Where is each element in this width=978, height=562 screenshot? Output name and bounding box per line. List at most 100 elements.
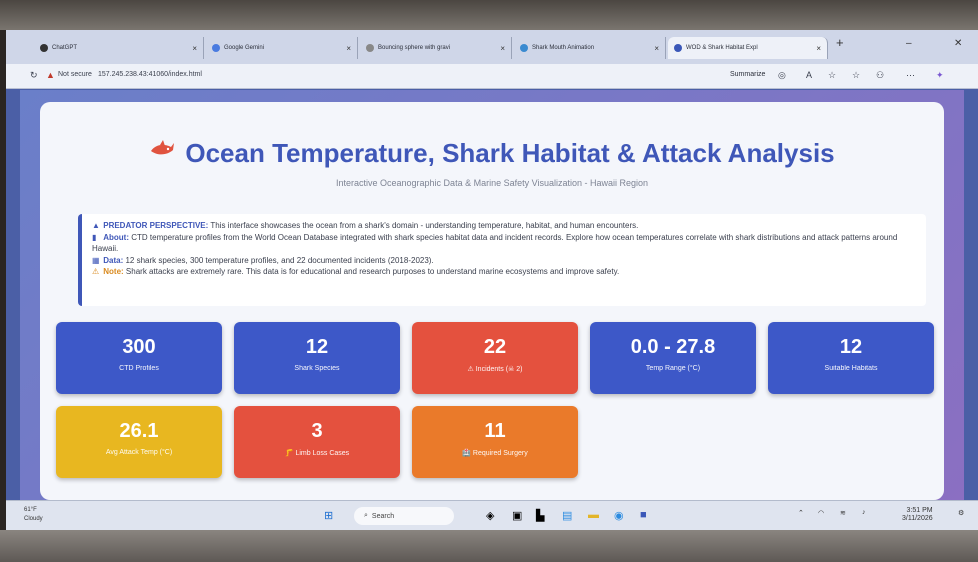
stat-value: 0.0 - 27.8 — [630, 336, 716, 358]
teams-icon[interactable]: ▙ — [536, 509, 544, 522]
stat-label: ⚠ Incidents (☠ 2) — [467, 366, 523, 373]
stat-value: 22 — [483, 336, 507, 358]
favorite-star-icon[interactable]: ☆ — [828, 70, 836, 81]
title-text: Ocean Temperature, Shark Habitat & Attac… — [185, 138, 835, 168]
stat-label: CTD Profiles — [119, 365, 159, 372]
volume-icon[interactable]: ♪ — [862, 509, 866, 516]
file-explorer-icon[interactable]: ▬ — [588, 509, 599, 521]
note-text: Shark attacks are extremely rare. This d… — [125, 267, 620, 276]
predator-text: This interface showcases the ocean from … — [210, 221, 639, 230]
note-label: Note: — [103, 267, 124, 276]
tab-label: Google Gemini — [224, 45, 265, 51]
close-tab-icon[interactable]: × — [654, 44, 659, 53]
stat-card-limb-loss: 3 🦵 Limb Loss Cases — [234, 406, 400, 478]
close-tab-icon[interactable]: × — [500, 44, 505, 53]
stat-value: 12 — [839, 336, 863, 358]
read-aloud-icon[interactable]: A — [806, 70, 812, 80]
web-page: Ocean Temperature, Shark Habitat & Attac… — [20, 90, 964, 500]
tab-label: ChatGPT — [52, 45, 78, 51]
weather-temp: 61°F — [24, 507, 37, 513]
chart-icon: ▮ — [92, 232, 97, 242]
refresh-icon[interactable]: ↻ — [30, 70, 38, 81]
data-label: Data: — [103, 255, 124, 265]
warning-icon[interactable]: ▲ — [46, 70, 55, 80]
globe-icon — [674, 44, 682, 52]
profile-icon[interactable]: ⚇ — [876, 70, 884, 81]
stat-value: 26.1 — [119, 420, 159, 442]
stat-card-suitable-habitats: 12 Suitable Habitats — [768, 322, 934, 394]
close-tab-icon[interactable]: × — [816, 44, 821, 53]
stat-value: 3 — [311, 420, 323, 442]
gemini-icon — [212, 44, 220, 52]
address-bar: ↻ ▲ Not secure 157.245.238.43:41060/inde… — [6, 64, 978, 89]
weather-widget[interactable]: 61°F Cloudy — [24, 506, 43, 524]
page-icon — [366, 44, 374, 52]
tab-wod-shark-habitat[interactable]: WOD & Shark Habitat Expl × — [668, 37, 828, 59]
close-tab-icon[interactable]: × — [192, 44, 197, 53]
photo-frame-top — [0, 0, 978, 30]
page-title: Ocean Temperature, Shark Habitat & Attac… — [149, 138, 835, 169]
stat-value: 11 — [484, 420, 506, 442]
stat-card-temp-range: 0.0 - 27.8 Temp Range (°C) — [590, 322, 756, 394]
photo-frame-bottom — [0, 530, 978, 562]
minimize-button[interactable]: – — [906, 38, 912, 49]
close-window-button[interactable]: ✕ — [954, 38, 962, 49]
tab-shark-mouth[interactable]: Shark Mouth Animation × — [514, 37, 666, 59]
tab-label: Shark Mouth Animation — [532, 45, 595, 51]
more-icon[interactable]: ⋯ — [906, 70, 915, 81]
tab-label: WOD & Shark Habitat Expl — [686, 45, 758, 51]
main-panel: Ocean Temperature, Shark Habitat & Attac… — [40, 102, 944, 500]
url-field[interactable]: 157.245.238.43:41060/index.html — [98, 71, 202, 78]
edge-copilot-icon[interactable]: ✦ — [936, 70, 944, 81]
new-tab-button[interactable]: + — [836, 35, 844, 50]
tab-strip: ChatGPT × Google Gemini × Bouncing spher… — [6, 30, 978, 64]
network-icon[interactable]: ◠ — [818, 509, 824, 517]
clock-time: 3:51 PM — [906, 507, 933, 514]
not-secure-label[interactable]: Not secure — [58, 71, 92, 78]
copilot-icon[interactable]: ◎ — [778, 70, 786, 81]
predator-label: PREDATOR PERSPECTIVE: — [103, 221, 209, 230]
shark-fin-icon: ▲ — [92, 221, 100, 230]
data-text: 12 shark species, 300 temperature profil… — [125, 255, 434, 265]
app-icon[interactable]: ■ — [640, 509, 647, 521]
stat-card-required-surgery: 11 🏥 Required Surgery — [412, 406, 578, 478]
stat-card-incidents: 22 ⚠ Incidents (☠ 2) — [412, 322, 578, 394]
settings-icon[interactable]: ⚙ — [958, 509, 964, 517]
chatgpt-icon — [40, 44, 48, 52]
stat-card-shark-species: 12 Shark Species — [234, 322, 400, 394]
store-icon[interactable]: ▤ — [562, 509, 572, 522]
shark-icon — [149, 139, 175, 168]
browser-screen: ChatGPT × Google Gemini × Bouncing spher… — [6, 30, 978, 530]
summarize-button[interactable]: Summarize — [730, 71, 765, 78]
globe-icon — [520, 44, 528, 52]
about-line: ▮ About: CTD temperature profiles from t… — [92, 232, 916, 255]
warning-icon: ⚠ — [92, 267, 100, 276]
note-line: ⚠ Note: Shark attacks are extremely rare… — [92, 266, 916, 278]
stat-label: Suitable Habitats — [824, 365, 878, 372]
stat-label: Shark Species — [294, 365, 340, 372]
wifi-icon[interactable]: ≋ — [840, 509, 846, 517]
predator-line: ▲ PREDATOR PERSPECTIVE: This interface s… — [92, 220, 916, 232]
clock[interactable]: 3:51 PM 3/11/2026 — [902, 507, 933, 523]
stat-card-ctd-profiles: 300 CTD Profiles — [56, 322, 222, 394]
widgets-icon[interactable]: ◈ — [486, 509, 494, 522]
tab-chatgpt[interactable]: ChatGPT × — [34, 37, 204, 59]
weather-desc: Cloudy — [24, 516, 43, 522]
tray-chevron-icon[interactable]: ⌃ — [798, 509, 804, 517]
tab-gemini[interactable]: Google Gemini × — [206, 37, 358, 59]
start-icon[interactable]: ⊞ — [324, 509, 333, 522]
search-box[interactable]: ⌕ Search — [354, 507, 454, 525]
data-line: ▦ Data: 12 shark species, 300 temperatur… — [92, 255, 916, 267]
stat-label: 🏥 Required Surgery — [462, 450, 528, 457]
tab-bouncing-sphere[interactable]: Bouncing sphere with gravi × — [360, 37, 512, 59]
edge-icon[interactable]: ◉ — [614, 509, 624, 522]
stat-value: 300 — [122, 336, 156, 358]
close-tab-icon[interactable]: × — [346, 44, 351, 53]
favorites-icon[interactable]: ☆ — [852, 70, 860, 81]
clock-date: 3/11/2026 — [902, 515, 933, 522]
task-view-icon[interactable]: ▣ — [512, 509, 522, 522]
stat-value: 12 — [305, 336, 329, 358]
header: Ocean Temperature, Shark Habitat & Attac… — [40, 138, 944, 169]
info-box: ▲ PREDATOR PERSPECTIVE: This interface s… — [78, 214, 926, 306]
taskbar: 61°F Cloudy ⊞ ⌕ Search ◈ ▣ ▙ ▤ ▬ ◉ ■ ⌃ ◠… — [6, 500, 978, 530]
